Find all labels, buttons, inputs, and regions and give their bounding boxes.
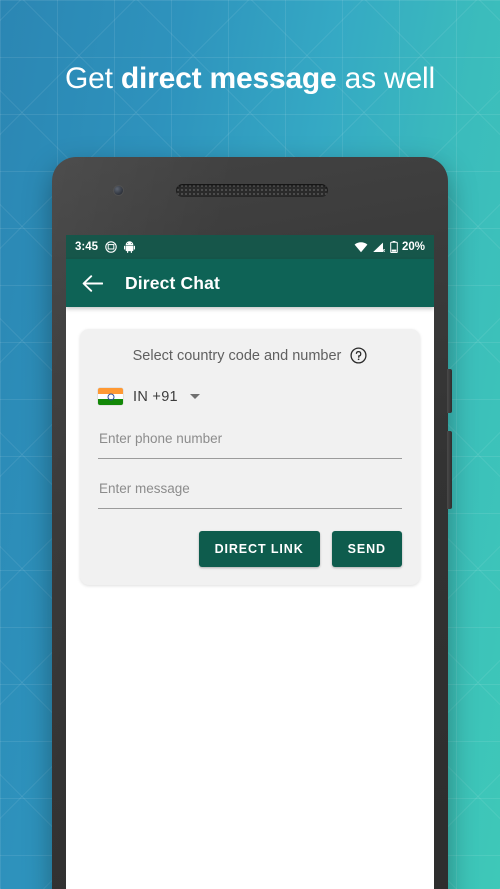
status-bar: 3:45 x 20% bbox=[66, 235, 434, 259]
send-button[interactable]: SEND bbox=[331, 531, 402, 567]
direct-link-button[interactable]: DIRECT LINK bbox=[198, 531, 320, 567]
app-bar: Direct Chat bbox=[66, 259, 434, 307]
message-field[interactable]: Enter message bbox=[98, 481, 402, 509]
volume-button[interactable] bbox=[447, 431, 452, 509]
card-actions: DIRECT LINK SEND bbox=[98, 531, 402, 567]
phone-screen: 3:45 x 20% Direct Chat Select country co… bbox=[66, 235, 434, 889]
android-icon bbox=[124, 241, 136, 253]
app-bar-title: Direct Chat bbox=[125, 272, 221, 293]
back-arrow-icon[interactable] bbox=[82, 274, 103, 292]
card-header: Select country code and number bbox=[98, 347, 402, 364]
wifi-icon bbox=[354, 241, 368, 253]
direct-chat-card: Select country code and number IN +91 En… bbox=[80, 329, 420, 585]
signal-icon: x bbox=[372, 242, 386, 253]
status-time: 3:45 bbox=[75, 241, 99, 253]
phone-mockup: 3:45 x 20% Direct Chat Select country co… bbox=[52, 157, 452, 889]
battery-icon bbox=[390, 241, 398, 253]
page-title: Get direct message as well bbox=[0, 62, 500, 96]
phone-number-field[interactable]: Enter phone number bbox=[98, 431, 402, 459]
headline-suffix: as well bbox=[336, 62, 436, 95]
card-title: Select country code and number bbox=[132, 347, 342, 364]
battery-percent: 20% bbox=[401, 241, 425, 253]
status-bar-right: x 20% bbox=[354, 241, 425, 253]
chevron-down-icon[interactable] bbox=[189, 394, 200, 399]
message-underline bbox=[98, 508, 402, 509]
power-button[interactable] bbox=[447, 369, 452, 413]
headline-prefix: Get bbox=[65, 62, 121, 95]
headline-bold: direct message bbox=[120, 62, 337, 95]
phone-number-underline bbox=[98, 458, 402, 459]
message-icon bbox=[105, 241, 117, 253]
speaker-grille-icon bbox=[176, 184, 328, 197]
camera-icon bbox=[114, 186, 123, 195]
svg-text:x: x bbox=[382, 248, 385, 253]
help-circle-icon[interactable] bbox=[350, 347, 367, 364]
status-bar-left: 3:45 bbox=[75, 241, 136, 253]
country-code-selector[interactable]: IN +91 bbox=[98, 388, 402, 405]
message-placeholder: Enter message bbox=[99, 481, 190, 496]
phone-number-placeholder: Enter phone number bbox=[99, 431, 223, 446]
country-code-label: IN +91 bbox=[133, 388, 178, 405]
india-flag-icon bbox=[98, 388, 123, 405]
